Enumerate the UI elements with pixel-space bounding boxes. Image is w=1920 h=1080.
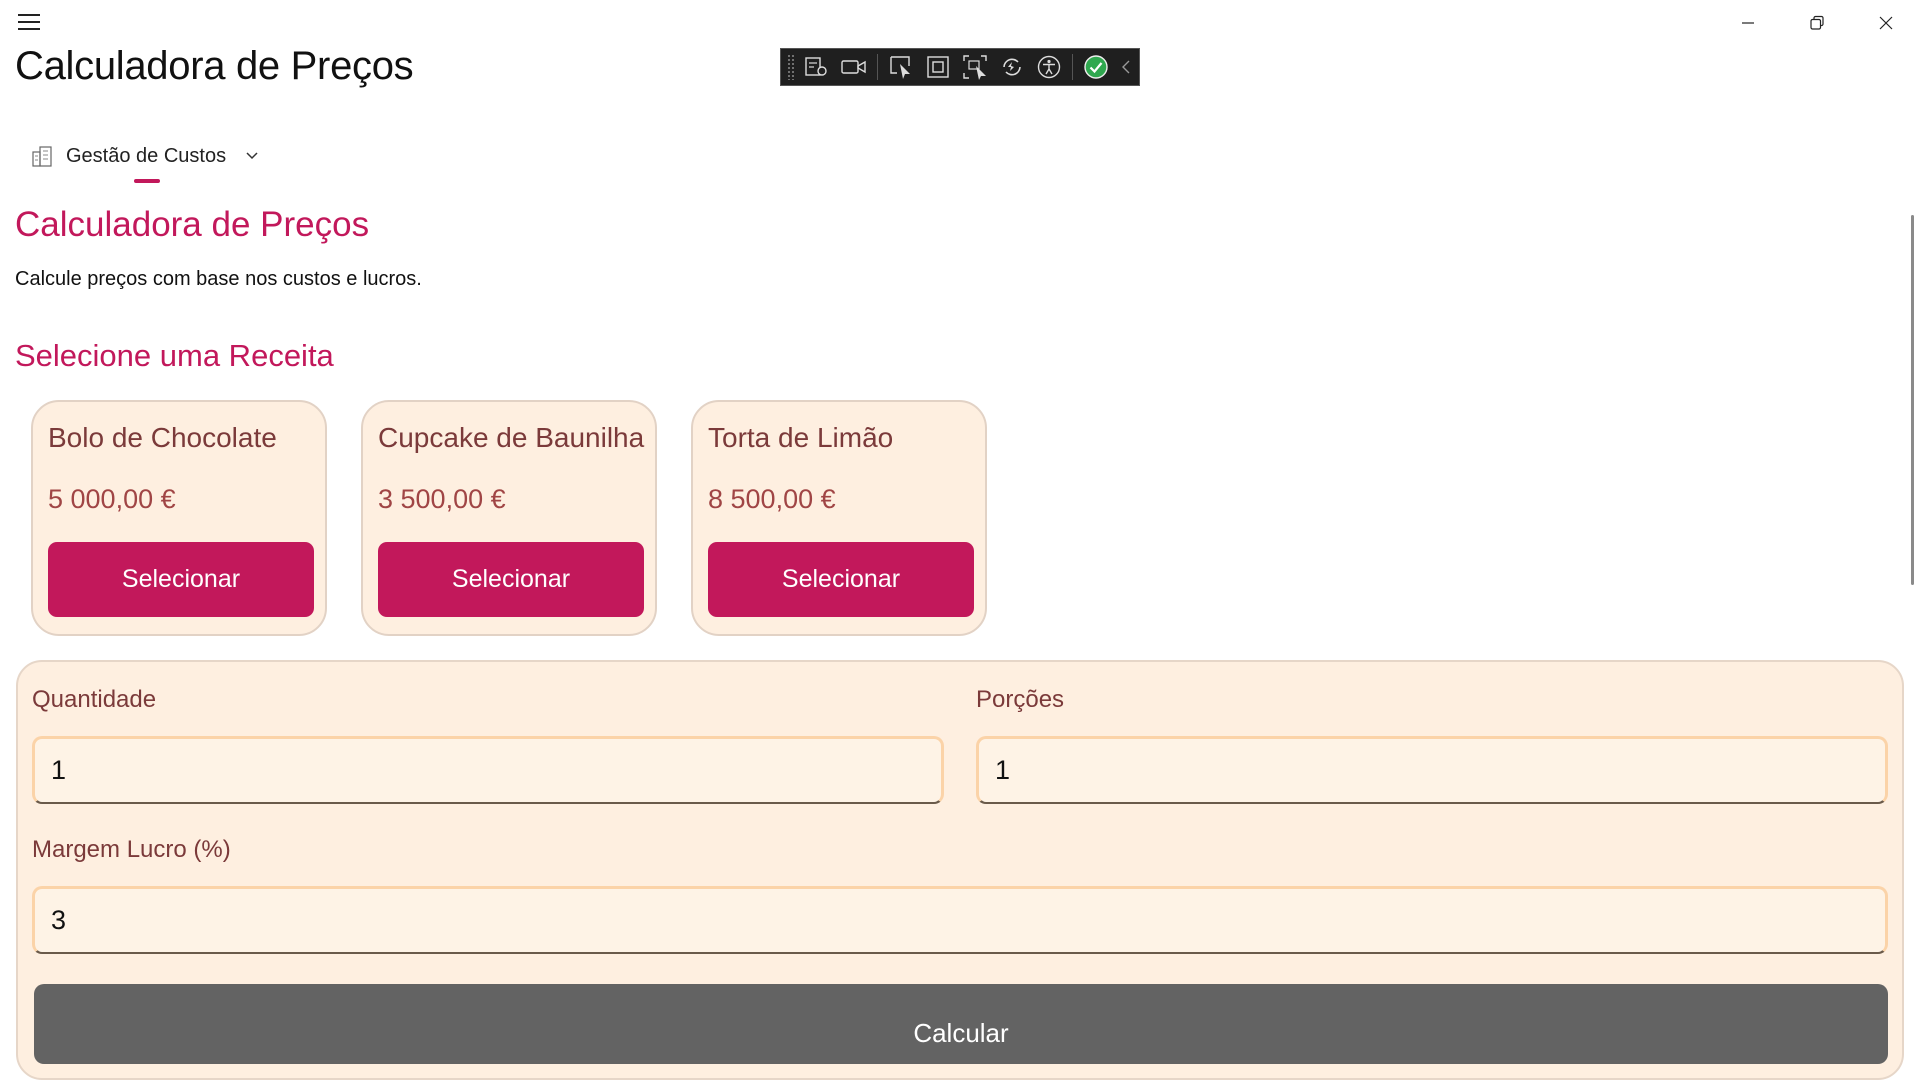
toolbar-grip[interactable] bbox=[787, 54, 794, 80]
recipe-name: Torta de Limão bbox=[708, 422, 894, 453]
layout-adorner-icon bbox=[927, 56, 949, 78]
restore-button[interactable] bbox=[1782, 0, 1851, 46]
toolbar-separator bbox=[1072, 54, 1073, 80]
recipe-name: Bolo de Chocolate bbox=[48, 422, 277, 453]
recipe-price: 8 500,00 € bbox=[708, 484, 836, 514]
select-recipe-button[interactable]: Selecionar bbox=[708, 542, 974, 617]
building-icon bbox=[32, 146, 52, 167]
hamburger-icon[interactable] bbox=[18, 14, 40, 32]
recipe-card-cupcake-de-baunilha: Cupcake de Baunilha 3 500,00 € Seleciona… bbox=[361, 400, 657, 636]
chevron-down-icon bbox=[246, 152, 258, 160]
debug-toolbar bbox=[780, 48, 1140, 86]
restore-icon bbox=[1809, 15, 1824, 30]
portions-label: Porções bbox=[976, 686, 1065, 713]
page-heading: Calculadora de Preços bbox=[15, 205, 370, 244]
window-controls bbox=[1713, 0, 1920, 46]
nav-selection-indicator bbox=[134, 179, 160, 183]
accessibility-icon bbox=[1037, 55, 1061, 79]
minimize-icon bbox=[1741, 22, 1754, 24]
recipe-card-torta-de-limao: Torta de Limão 8 500,00 € Selecionar bbox=[691, 400, 987, 636]
record-button[interactable] bbox=[840, 52, 868, 82]
recipe-price: 3 500,00 € bbox=[378, 484, 506, 514]
select-cursor-icon bbox=[890, 56, 910, 79]
app-title: Calculadora de Preços bbox=[15, 44, 414, 88]
close-icon bbox=[1879, 16, 1892, 30]
collapse-toolbar-button[interactable] bbox=[1119, 52, 1133, 82]
toolbar-separator bbox=[877, 54, 878, 80]
quantity-label: Quantidade bbox=[32, 686, 157, 713]
select-recipe-button[interactable]: Selecionar bbox=[378, 542, 644, 617]
select-recipe-button[interactable]: Selecionar bbox=[48, 542, 314, 617]
section-heading: Selecione uma Receita bbox=[15, 338, 334, 373]
select-element-button[interactable] bbox=[887, 52, 915, 82]
display-layout-adorners-button[interactable] bbox=[924, 52, 952, 82]
track-focus-icon bbox=[963, 55, 987, 80]
vertical-scrollbar[interactable] bbox=[1911, 215, 1914, 585]
recipe-card-bolo-de-chocolate: Bolo de Chocolate 5 000,00 € Selecionar bbox=[31, 400, 327, 636]
hot-reload-button[interactable] bbox=[998, 52, 1026, 82]
portions-input[interactable] bbox=[976, 736, 1888, 804]
live-visual-tree-button[interactable] bbox=[803, 52, 831, 82]
recipe-name: Cupcake de Baunilha bbox=[378, 422, 645, 453]
close-button[interactable] bbox=[1851, 0, 1920, 46]
nav-item-label: Gestão de Custos bbox=[66, 144, 227, 167]
pricing-form: Quantidade Porções Margem Lucro (%) Calc… bbox=[16, 660, 1904, 1080]
hot-reload-icon bbox=[1003, 58, 1021, 76]
track-focused-element-button[interactable] bbox=[961, 52, 989, 82]
quantity-input[interactable] bbox=[32, 736, 944, 804]
chevron-left-icon bbox=[1122, 60, 1130, 74]
calculate-button[interactable]: Calcular bbox=[34, 984, 1888, 1064]
margin-input[interactable] bbox=[32, 886, 1888, 954]
page-subtitle: Calcule preços com base nos custos e luc… bbox=[15, 268, 422, 290]
recipe-price: 5 000,00 € bbox=[48, 484, 176, 514]
nav-item-gestao-de-custos[interactable]: Gestão de Custos bbox=[30, 140, 260, 172]
video-camera-icon bbox=[841, 60, 866, 74]
visual-tree-icon bbox=[805, 57, 827, 76]
minimize-button[interactable] bbox=[1713, 0, 1782, 46]
accessibility-checker-button[interactable] bbox=[1035, 52, 1063, 82]
ui-check-status-button[interactable] bbox=[1082, 52, 1110, 82]
check-circle-icon bbox=[1084, 55, 1108, 79]
margin-label: Margem Lucro (%) bbox=[32, 836, 231, 863]
